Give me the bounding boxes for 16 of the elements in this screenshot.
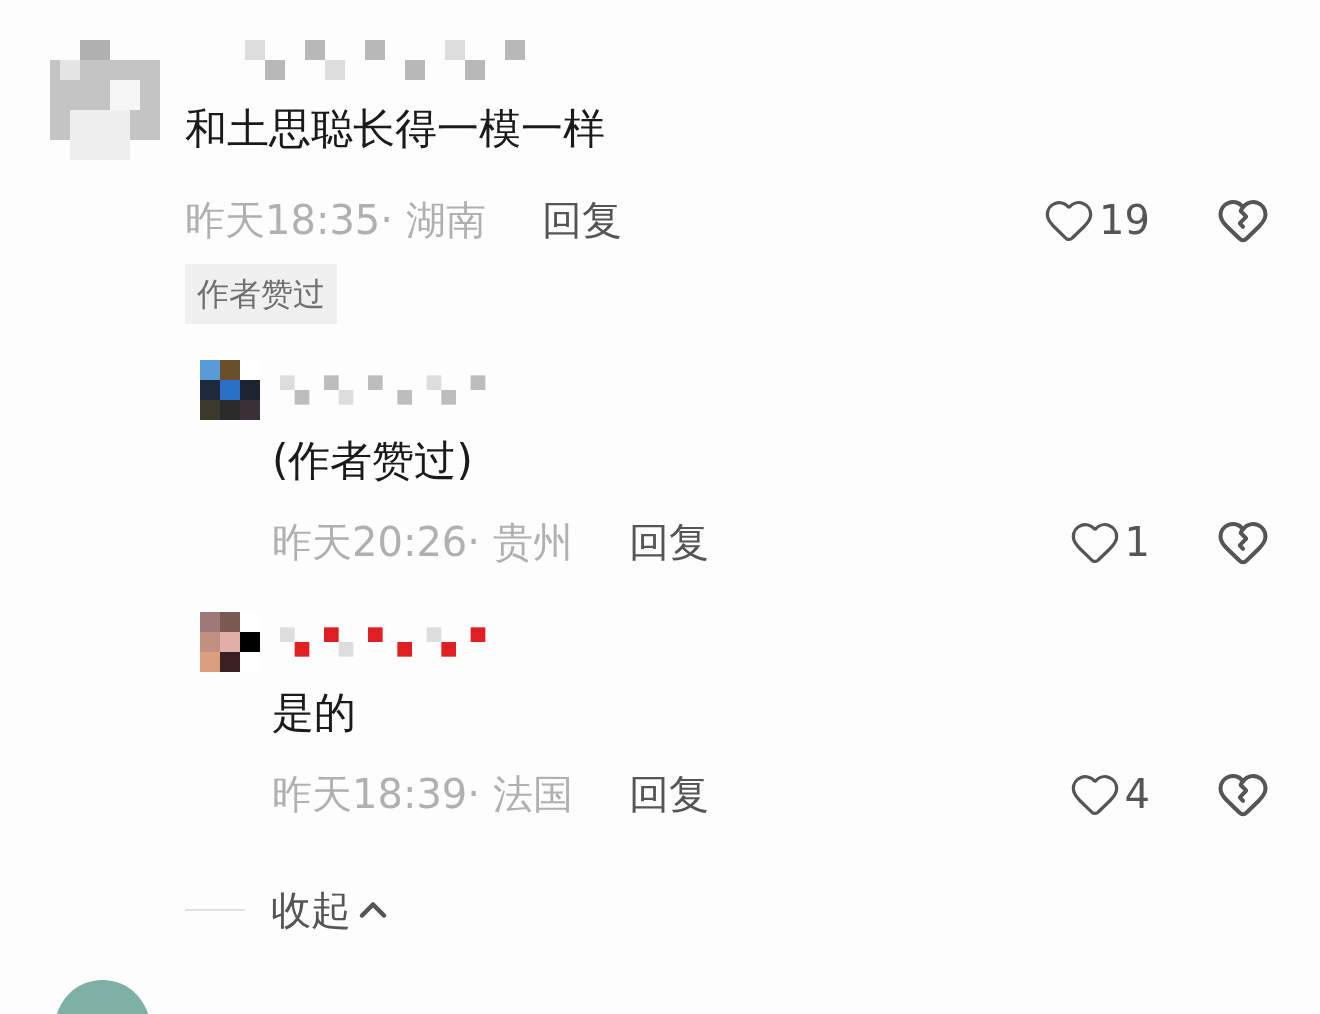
comment-time-location: 昨天18:39· 法国 [272, 770, 573, 819]
reply-text: 是的 [272, 688, 356, 737]
reply-link[interactable]: 回复 [628, 764, 709, 824]
reply-link[interactable]: 回复 [541, 190, 622, 250]
like-count: 4 [1124, 770, 1150, 819]
avatar[interactable] [200, 612, 260, 672]
avatar[interactable] [200, 360, 260, 420]
comment-time-location: 昨天20:26· 贵州 [272, 518, 573, 567]
reply-link[interactable]: 回复 [628, 512, 709, 572]
collapse-button[interactable]: 收起 [271, 880, 395, 940]
like-count: 19 [1099, 196, 1150, 245]
like-count: 1 [1124, 518, 1150, 567]
comment-time-location: 昨天18:35· 湖南 [185, 196, 486, 245]
author-liked-badge: 作者赞过 [185, 264, 337, 324]
reply-text: (作者赞过) [272, 436, 473, 485]
comment-text: 和土思聪长得一模一样 [185, 108, 606, 150]
